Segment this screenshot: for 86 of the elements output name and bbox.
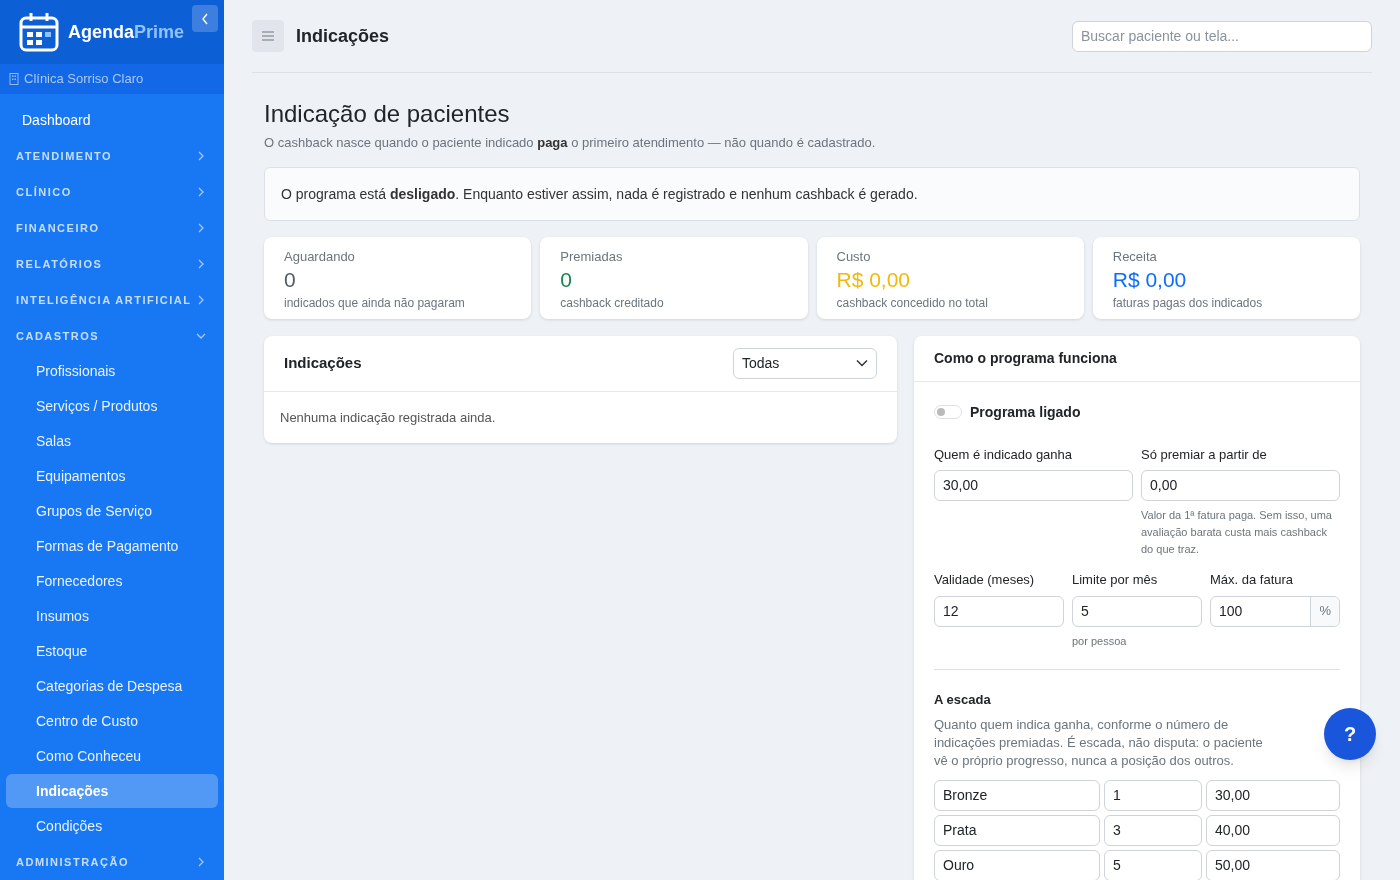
- nav-section[interactable]: CADASTROS: [6, 318, 218, 354]
- nav-section[interactable]: RELATÓRIOS: [6, 246, 218, 282]
- input-field[interactable]: 50,00: [1206, 849, 1340, 880]
- nav-item[interactable]: Equipamentos: [6, 459, 218, 493]
- nav-section[interactable]: ATENDIMENTO: [6, 138, 218, 174]
- menu-button[interactable]: [252, 20, 284, 52]
- section-title: A escada: [934, 691, 992, 709]
- stat-note: cashback creditado: [560, 295, 665, 312]
- section-description: Quanto quem indica ganha, conforme o número de indicações premiadas. É escada, não disputa: o paciente vê o próprio progresso, nunca a posição dos outros.: [934, 715, 1264, 770]
- chevron-down-icon: [196, 331, 206, 341]
- chevron-right-icon: [196, 187, 206, 197]
- stat-label: Custo: [836, 247, 872, 266]
- chevron-right-icon: [196, 223, 206, 233]
- stat-value: 0: [284, 267, 297, 293]
- field-label: Só premiar a partir de: [1141, 445, 1268, 464]
- input-field[interactable]: Prata: [934, 814, 1100, 846]
- chevron-down-icon: [856, 359, 868, 367]
- input-field[interactable]: 100 %: [1210, 595, 1340, 627]
- nav-section[interactable]: CLÍNICO: [6, 174, 218, 210]
- nav-item[interactable]: Condições: [6, 809, 218, 843]
- calendar-logo-icon: [18, 11, 60, 54]
- nav-item[interactable]: Fornecedores: [6, 564, 218, 598]
- chevron-right-icon: [196, 259, 206, 269]
- field-label: Limite por mês: [1072, 571, 1159, 589]
- filter-select[interactable]: Todas: [733, 347, 877, 379]
- nav-item[interactable]: Salas: [6, 424, 218, 458]
- chevron-left-icon: [201, 12, 209, 25]
- stat-note: cashback concedido no total: [836, 295, 989, 312]
- toggle-switch[interactable]: [934, 405, 962, 419]
- nav-item[interactable]: Formas de Pagamento: [6, 529, 218, 563]
- input-field[interactable]: 1: [1104, 779, 1202, 811]
- help-button[interactable]: ?: [1324, 708, 1376, 760]
- notice-banner: O programa está desligado. Enquanto estiver assim, nada é registrado e nenhum cashback é gerado.: [264, 166, 1360, 221]
- nav-item[interactable]: Indicações: [6, 774, 218, 808]
- nav-item[interactable]: Categorias de Despesa: [6, 669, 218, 703]
- stat-note: indicados que ainda não pagaram: [284, 295, 466, 312]
- stat-label: Receita: [1112, 247, 1158, 266]
- input-field[interactable]: Bronze: [934, 779, 1100, 811]
- input-field[interactable]: 5: [1104, 849, 1202, 880]
- help-text: Valor da 1ª fatura paga. Sem isso, uma avaliação barata custa mais cashback do que traz.: [1141, 508, 1333, 557]
- input-field[interactable]: 5: [1072, 595, 1202, 627]
- help-text: por pessoa: [1072, 633, 1128, 649]
- nav-item[interactable]: Serviços / Produtos: [6, 389, 218, 423]
- topbar-title: Indicações: [296, 24, 390, 48]
- stat-value: 0: [560, 267, 573, 293]
- empty-message: Nenhuma indicação registrada ainda.: [279, 408, 497, 427]
- nav-section[interactable]: FINANCEIRO: [6, 210, 218, 246]
- nav-item[interactable]: Insumos: [6, 599, 218, 633]
- field-label: Quem é indicado ganha: [934, 445, 1074, 464]
- menu-icon: [262, 31, 274, 41]
- input-field[interactable]: 30,00: [934, 470, 1133, 501]
- nav-section[interactable]: ADMINISTRAÇÃO: [6, 844, 218, 880]
- nav-item[interactable]: Como Conheceu: [6, 739, 218, 773]
- nav-item[interactable]: Profissionais: [6, 354, 218, 388]
- nav-item[interactable]: Grupos de Serviço: [6, 494, 218, 528]
- field-label: Máx. da fatura: [1210, 571, 1295, 589]
- nav-item[interactable]: Centro de Custo: [6, 704, 218, 738]
- chevron-right-icon: [196, 295, 206, 305]
- nav-item[interactable]: Estoque: [6, 634, 218, 668]
- chevron-right-icon: [196, 857, 206, 867]
- switch-label: Programa ligado: [970, 402, 1081, 422]
- page-title: Indicação de pacientes: [264, 99, 511, 129]
- stat-label: Premiadas: [560, 247, 624, 266]
- input-field[interactable]: 3: [1104, 814, 1202, 846]
- suffix-addon: %: [1310, 596, 1339, 626]
- field-label: Validade (meses): [934, 571, 1036, 589]
- stat-value: R$ 0,00: [1112, 267, 1188, 293]
- collapse-button[interactable]: [192, 5, 218, 32]
- stat-label: Aguardando: [284, 247, 356, 266]
- card-title: Como o programa funciona: [934, 348, 1117, 368]
- input-field[interactable]: 0,00: [1141, 470, 1340, 501]
- nav-item[interactable]: Dashboard: [6, 103, 218, 138]
- input-field[interactable]: 40,00: [1206, 814, 1340, 846]
- chevron-right-icon: [196, 151, 206, 161]
- clinic-name: Clínica Sorriso Claro: [24, 70, 144, 89]
- stat-note: faturas pagas dos indicados: [1112, 295, 1264, 312]
- building-icon: [9, 73, 19, 86]
- nav-section[interactable]: INTELIGÊNCIA ARTIFICIAL: [6, 282, 218, 318]
- card-title: Indicações: [284, 352, 362, 373]
- page-subtitle: O cashback nasce quando o paciente indicado paga o primeiro atendimento — não quando é cadastrado.: [264, 134, 877, 152]
- input-field[interactable]: Ouro: [934, 849, 1100, 880]
- brand-name: AgendaPrime: [68, 20, 185, 44]
- input-field[interactable]: 12: [934, 595, 1064, 627]
- search-field[interactable]: Buscar paciente ou tela...: [1072, 20, 1372, 52]
- input-field[interactable]: 30,00: [1206, 779, 1340, 811]
- stat-value: R$ 0,00: [836, 267, 912, 293]
